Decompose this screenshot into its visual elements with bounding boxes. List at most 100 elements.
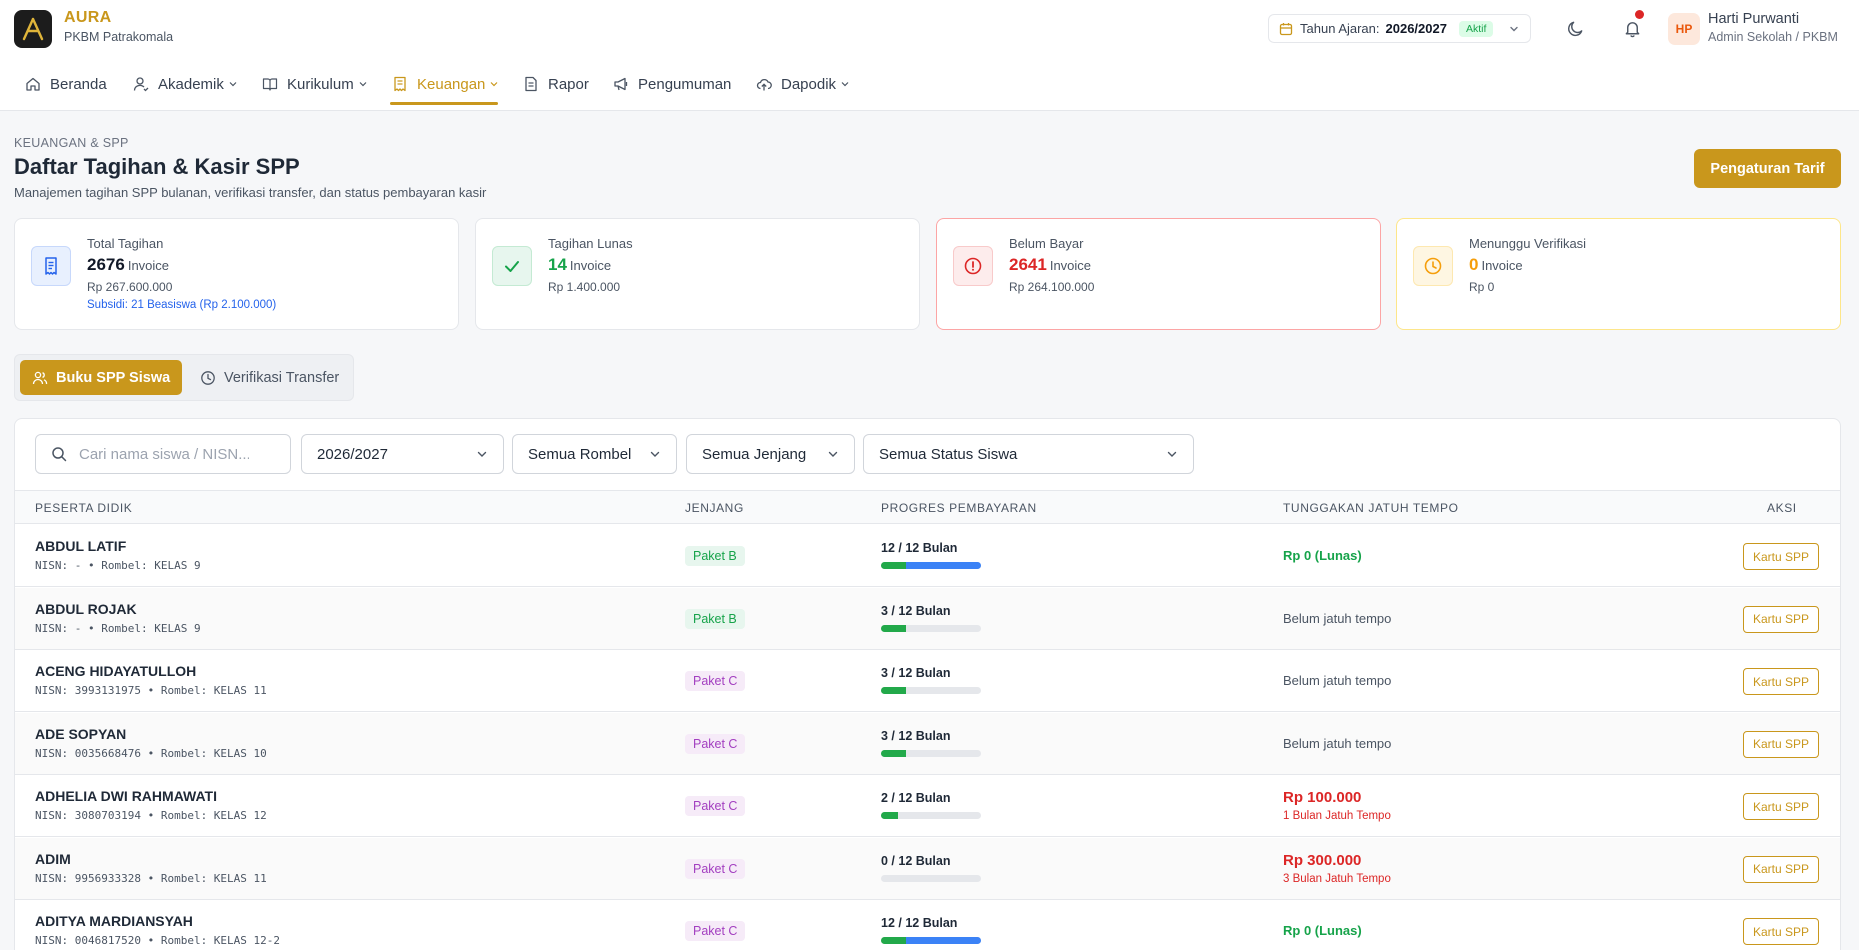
academic-year-selector[interactable]: Tahun Ajaran: 2026/2027 Aktif [1268, 14, 1531, 43]
nav-dapodik[interactable]: Dapodik [756, 74, 850, 94]
document-icon [525, 76, 537, 92]
jenjang-filter-select[interactable]: Semua Jenjang [686, 434, 855, 474]
nav-keuangan[interactable]: Keuangan [392, 74, 499, 94]
theme-toggle-button[interactable] [1563, 16, 1587, 40]
rombel-filter-select[interactable]: Semua Rombel [512, 434, 677, 474]
stat-card-menunggu-verifikasi: Menunggu Verifikasi 0 Invoice Rp 0 [1396, 218, 1841, 330]
app-logo[interactable] [14, 10, 52, 48]
main-navbar: Beranda Akademik Kurikulum Keuangan Rapo… [0, 56, 1859, 111]
student-meta: NISN: 0035668476 • Rombel: KELAS 10 [35, 746, 267, 760]
jenjang-badge: Paket B [685, 608, 745, 629]
users-icon [32, 371, 48, 384]
table-header: PESERTA DIDIK JENJANG PROGRES PEMBAYARAN… [15, 490, 1840, 524]
kartu-spp-button[interactable]: Kartu SPP [1743, 855, 1819, 883]
user-name[interactable]: Harti Purwanti [1708, 11, 1799, 27]
student-meta: NISN: - • Rombel: KELAS 9 [35, 559, 201, 572]
stat-card-total-tagihan: Total Tagihan 2676 Invoice Rp 267.600.000… [14, 218, 459, 330]
nav-label: Kurikulum [287, 75, 354, 93]
progress-bar [881, 937, 981, 944]
stat-subsidy: Subsidi: 21 Beasiswa (Rp 2.100.000) [87, 299, 277, 311]
column-header: PROGRES PEMBAYARAN [881, 501, 1037, 515]
progress-bar [881, 562, 981, 569]
status-badge: Aktif [1458, 20, 1494, 37]
student-meta: NISN: 0046817520 • Rombel: KELAS 12-2 [35, 934, 281, 947]
arrears-note: 1 Bulan Jatuh Tempo [1283, 810, 1391, 822]
stat-count-value: 0 [1469, 255, 1479, 274]
nav-rapor[interactable]: Rapor [523, 74, 589, 94]
chevron-down-icon [650, 451, 660, 457]
home-icon [26, 77, 40, 91]
stat-unit: Invoice [569, 258, 612, 273]
kartu-spp-button[interactable]: Kartu SPP [1743, 793, 1819, 820]
nav-akademik[interactable]: Akademik [133, 74, 238, 94]
stat-count: 2676 Invoice [87, 255, 169, 275]
cloud-upload-icon [756, 78, 772, 91]
alert-circle-icon [953, 246, 993, 286]
kartu-spp-button[interactable]: Kartu SPP [1743, 668, 1819, 695]
kartu-spp-button[interactable]: Kartu SPP [1743, 543, 1819, 570]
nav-label: Akademik [158, 75, 224, 93]
tab-label: Verifikasi Transfer [224, 369, 340, 386]
clock-icon [1413, 246, 1453, 286]
org-name: PKBM Patrakomala [64, 30, 174, 44]
year-filter-value: 2026/2027 [317, 445, 388, 463]
tab-buku-spp-siswa[interactable]: Buku SPP Siswa [20, 360, 183, 395]
stat-unit: Invoice [1049, 258, 1092, 273]
status-filter-select[interactable]: Semua Status Siswa [863, 434, 1194, 474]
nav-beranda[interactable]: Beranda [25, 74, 107, 94]
table-row: ADE SOPYAN NISN: 0035668476 • Rombel: KEL… [15, 712, 1840, 775]
student-meta: NISN: 3080703194 • Rombel: KELAS 12 [35, 809, 267, 822]
top-header: AURA PKBM Patrakomala Tahun Ajaran: 2026… [0, 0, 1859, 56]
progress-fill-paid [881, 687, 906, 694]
column-header: PESERTA DIDIK [35, 501, 133, 515]
progress-bar [881, 749, 981, 757]
chevron-down-icon [1167, 451, 1177, 457]
stat-count: 0 Invoice [1469, 255, 1523, 275]
bell-icon [1625, 21, 1639, 37]
status-filter-value: Semua Status Siswa [879, 445, 1018, 463]
search-field[interactable] [35, 434, 291, 474]
progress-label: 2 / 12 Bulan [881, 791, 951, 805]
tab-verifikasi-transfer[interactable]: Verifikasi Transfer [188, 360, 351, 395]
year-filter-select[interactable]: 2026/2027 [301, 434, 504, 474]
nav-pengumuman[interactable]: Pengumuman [613, 74, 731, 94]
stat-unit: Invoice [127, 258, 170, 273]
notifications-button[interactable] [1620, 10, 1644, 40]
jenjang-badge: Paket C [685, 733, 746, 754]
stat-card-belum-bayar: Belum Bayar 2641 Invoice Rp 264.100.000 [936, 218, 1381, 330]
kartu-spp-button[interactable]: Kartu SPP [1743, 730, 1819, 758]
stat-unit: Invoice [1481, 258, 1523, 273]
user-icon [133, 77, 149, 92]
student-name: ADHELIA DWI RAHMAWATI [35, 788, 217, 804]
progress-fill-advance [906, 562, 981, 569]
clock-icon [201, 370, 215, 385]
brand: AURA PKBM Patrakomala [64, 9, 173, 44]
pengaturan-tarif-button[interactable]: Pengaturan Tarif [1694, 149, 1841, 188]
jenjang-badge: Paket C [685, 858, 746, 879]
chevron-down-icon [477, 451, 487, 457]
stat-count: 2641 Invoice [1009, 255, 1091, 275]
table-row: ADHELIA DWI RAHMAWATI NISN: 3080703194 • … [15, 775, 1840, 837]
nav-kurikulum[interactable]: Kurikulum [262, 74, 368, 94]
progress-bar [881, 874, 981, 882]
avatar[interactable]: HP [1668, 13, 1700, 45]
progress-fill-paid [881, 562, 906, 569]
progress-fill-advance [906, 937, 981, 944]
stat-label: Belum Bayar [1009, 236, 1084, 251]
chevron-down-icon [1510, 26, 1518, 31]
progress-fill-paid [881, 937, 906, 944]
rombel-filter-value: Semua Rombel [528, 445, 632, 463]
progress-label: 0 / 12 Bulan [881, 853, 951, 868]
jenjang-badge: Paket B [685, 546, 745, 566]
kartu-spp-button[interactable]: Kartu SPP [1743, 918, 1819, 945]
stat-count-value: 2641 [1009, 255, 1047, 274]
column-header: JENJANG [685, 501, 744, 515]
notification-dot [1635, 10, 1644, 19]
student-name: ADIM [35, 850, 71, 867]
user-role: Admin Sekolah / PKBM [1708, 30, 1838, 44]
jenjang-badge: Paket C [685, 671, 746, 691]
arrears-amount: Rp 0 (Lunas) [1283, 548, 1362, 563]
chevron-down-icon [490, 82, 498, 87]
kartu-spp-button[interactable]: Kartu SPP [1743, 605, 1819, 633]
search-input[interactable] [79, 445, 249, 463]
